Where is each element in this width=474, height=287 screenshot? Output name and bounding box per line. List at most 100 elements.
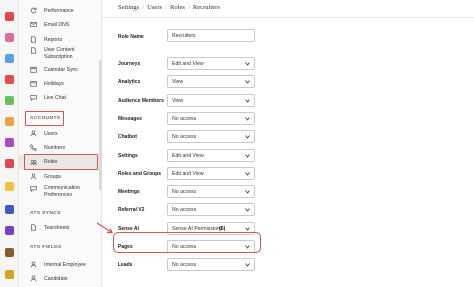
permission-select-leads[interactable]: No access [167,258,255,272]
app-icon-13[interactable] [5,270,14,279]
sidebar-item-calendar-sync[interactable]: Calendar Sync [19,63,101,76]
app-icon-6[interactable] [5,117,14,126]
permission-label-analytics: Analytics [118,79,141,86]
file-icon [30,224,37,231]
chevron-down-icon [245,98,250,103]
chevron-down-icon [245,208,250,213]
user-icon [30,275,37,282]
user-icon [30,261,37,268]
app-icon-10[interactable] [5,205,14,214]
permission-label-sense-ai: Sense AI [118,225,139,232]
chevron-down-icon [245,135,250,139]
permission-label-referral-v2: Referral V2 [118,207,145,214]
app-icon-4[interactable] [5,75,14,84]
file-icon [30,36,37,43]
chevron-down-icon [245,263,250,267]
sidebar-item-tearsheets[interactable]: Tearsheets [19,221,101,234]
chat-icon [30,185,37,192]
sidebar-item-internal-employee[interactable]: Internal Employee [19,258,101,271]
file-icon [30,47,37,54]
permission-count-badge: (5) [219,225,226,232]
phone-icon [30,144,37,151]
mail-icon [30,21,37,28]
accounts-highlight [25,111,64,126]
calendar-icon [30,80,37,87]
breadcrumb-recruiters: Recruiters [192,4,220,11]
settings-sidebar: Performance Email DNS Reports User Conte… [19,0,102,287]
sidebar-item-users[interactable]: Users [19,127,101,140]
breadcrumb-settings[interactable]: Settings [118,4,139,11]
breadcrumb-separator: / [188,4,190,11]
sidebar-item-label: Email DNS [44,21,70,28]
permission-value: Edit and View [172,170,204,177]
permission-label-chatbot: Chatbot [118,134,137,141]
sidebar-item-label: Calendar Sync [44,66,79,73]
permission-label-meetings: Meetings [118,189,140,196]
permission-select-settings[interactable]: Edit and View [167,148,255,162]
permission-value: View [172,97,184,104]
permission-select-messages[interactable]: No access [167,111,255,125]
sidebar-item-label: Performance [44,7,74,14]
permission-value: View [172,79,184,86]
app-icon-9[interactable] [5,182,14,191]
calendar-icon [30,66,37,73]
group-icon [30,173,37,180]
permission-value: Edit and View [172,61,204,67]
permission-select-referral-v2[interactable]: No access [167,203,255,217]
sidebar-item-user-content-subscription[interactable]: User Content Subscription [19,45,101,61]
roles-highlight [24,154,98,170]
ats-fields-heading: ATS FIELDS [30,245,62,250]
sidebar-scrollbar[interactable] [99,60,102,190]
sidebar-item-candidate[interactable]: Candidate [19,272,101,285]
role-name-value: Recruiters [172,33,196,39]
app-icon-8[interactable] [5,159,14,168]
chevron-down-icon [245,172,250,176]
permission-select-journeys[interactable]: Edit and View [167,57,255,70]
chevron-down-icon [245,117,250,121]
sidebar-item-numbers[interactable]: Numbers [19,141,101,154]
sidebar-item-label: Candidate [44,275,68,282]
permission-select-audience-members[interactable]: View [167,93,255,107]
role-name-input[interactable]: Recruiters [167,29,255,42]
sidebar-item-label: Users [44,130,58,137]
chat-icon [30,94,37,101]
sidebar-item-communication-preferences[interactable]: Communication Preferences [19,183,101,199]
ats-syncs-heading: ATS SYNCS [30,211,61,216]
permission-select-meetings[interactable]: No access [167,185,255,199]
sidebar-item-live-chat[interactable]: Live Chat [19,91,101,104]
app-icon-5[interactable] [5,96,14,105]
permission-label-audience-members: Audience Members [118,97,164,104]
permission-select-chatbot[interactable]: No access [167,130,255,144]
user-icon [30,130,37,137]
chevron-down-icon [245,80,250,84]
breadcrumb-users[interactable]: Users [147,4,162,11]
app-icon-11[interactable] [5,226,14,235]
permission-label-messages: Messages [118,115,142,122]
app-icon-1[interactable] [5,12,14,21]
permission-label-roles-and-groups: Roles and Groups [118,170,162,177]
breadcrumb-roles[interactable]: Roles [170,4,185,11]
sidebar-item-groups[interactable]: Groups [19,170,101,183]
app-icon-12[interactable] [5,248,14,257]
app-icon-3[interactable] [5,54,14,63]
permission-select-roles-and-groups[interactable]: Edit and View [167,166,255,180]
permission-value: No access [172,262,197,269]
sidebar-item-holidays[interactable]: Holidays [19,77,101,90]
app-icon-rail [0,0,19,287]
sidebar-item-label-line2: Preferences [44,192,72,198]
permission-value: No access [172,134,197,141]
app-icon-7[interactable] [5,138,14,147]
sidebar-item-label: Communication [44,185,81,191]
breadcrumb-divider [102,17,474,18]
permission-select-analytics[interactable]: View [167,75,255,89]
breadcrumb: Settings / Users / Roles / Recruiters [118,4,220,11]
sidebar-item-label: Reports [44,36,63,43]
app-icon-2[interactable] [5,33,14,42]
permission-value: No access [172,115,197,122]
sidebar-item-email-dns[interactable]: Email DNS [19,18,101,31]
role-name-label: Role Name [118,34,144,40]
sidebar-item-performance[interactable]: Performance [19,4,101,17]
sidebar-item-label: Internal Employee [44,261,86,268]
sidebar-item-label: Holidays [44,80,64,87]
chevron-down-icon [245,62,250,66]
